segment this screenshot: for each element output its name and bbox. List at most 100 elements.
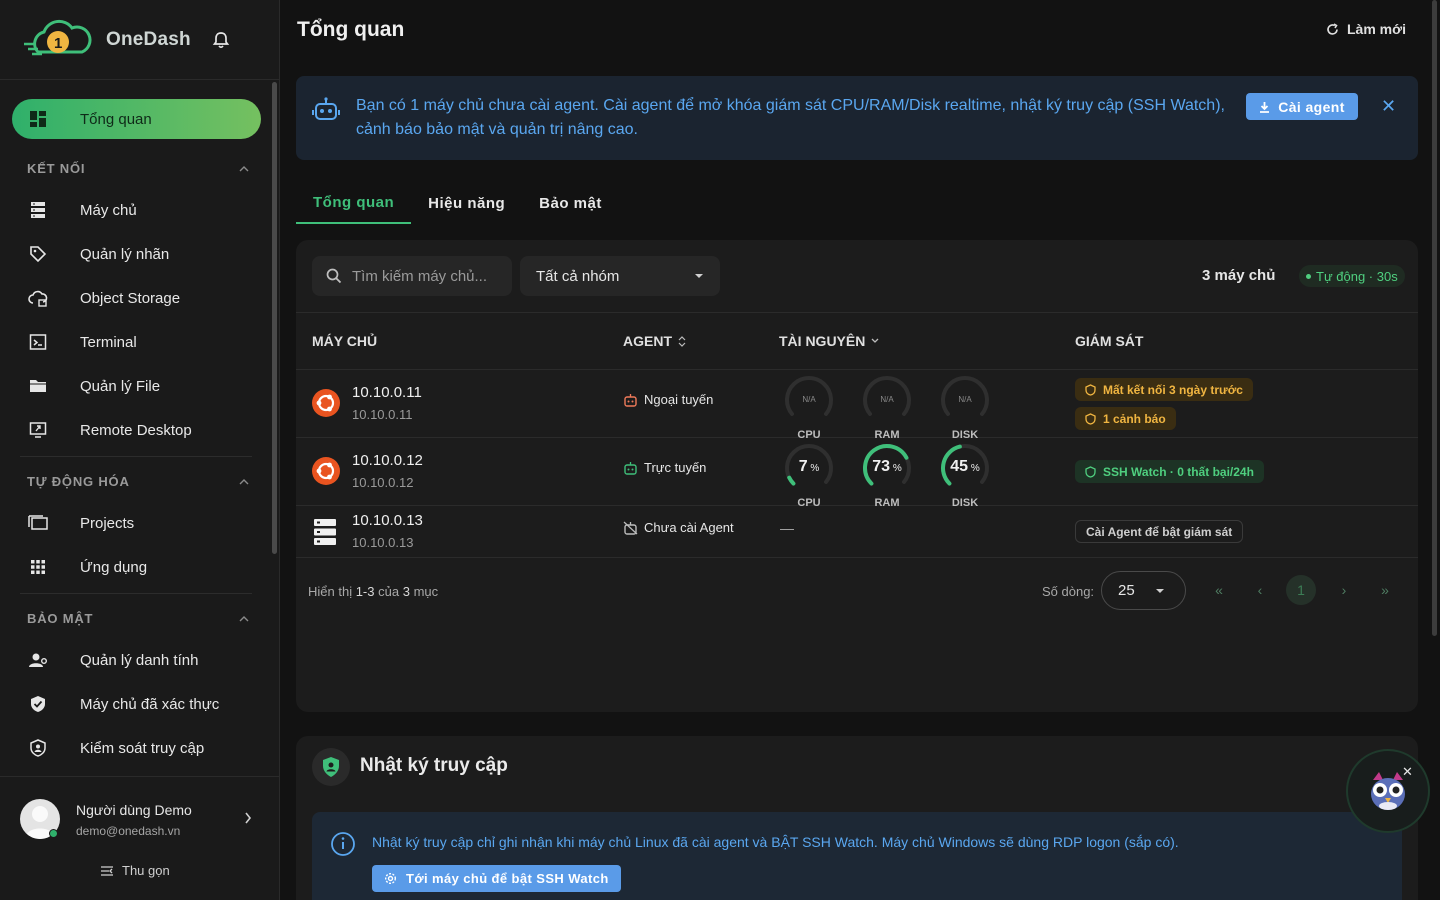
collapse-sidebar-button[interactable]: Thu gọn [100,863,170,878]
agent-status-label: Chưa cài Agent [644,520,734,535]
sidebar-scrollbar[interactable] [272,82,277,554]
sidebar-item-object-storage[interactable]: Object Storage [12,278,261,318]
tab-overview[interactable]: Tổng quan [296,182,412,224]
divider [20,456,252,457]
server-count: 3 máy chủ [1202,267,1276,284]
section-bao-mat[interactable]: BẢO MẬT [27,611,249,626]
rows-per-page-select[interactable]: 25 [1101,571,1186,610]
sidebar-item-labels[interactable]: Quản lý nhãn [12,234,261,274]
sort-icon [678,335,686,347]
rows-per-page-value: 25 [1118,582,1135,599]
ubuntu-icon [312,389,340,417]
col-label: AGENT [623,333,672,349]
terminal-icon [12,333,64,351]
section-ket-noi[interactable]: KẾT NỐI [27,161,249,176]
close-icon[interactable]: ✕ [1402,764,1413,780]
user-name: Người dùng Demo [76,802,192,818]
col-label: GIÁM SÁT [1075,333,1144,349]
cpu-gauge: N/A CPU [783,374,835,441]
remote-desktop-icon [12,421,64,439]
prev-page-button[interactable]: ‹ [1245,575,1275,605]
col-monitoring[interactable]: GIÁM SÁT [1075,333,1143,349]
server-ip: 10.10.0.12 [352,475,414,490]
brand-name: OneDash [106,28,191,50]
pagination-info: Hiển thị 1-3 của 3 mục [308,584,439,599]
first-page-button[interactable]: « [1204,575,1234,605]
sidebar-item-access-control[interactable]: Kiểm soát truy cập [12,728,261,768]
tab-performance[interactable]: Hiệu năng [411,182,522,224]
server-hostname[interactable]: 10.10.0.12 [352,452,423,469]
dashboard-icon [12,110,64,128]
apps-grid-icon [12,559,64,575]
robot-disabled-icon [623,521,638,535]
page-scrollbar[interactable] [1432,0,1437,636]
sidebar-item-label: Quản lý danh tính [80,651,199,669]
alert-badge[interactable]: 1 cảnh báo [1075,407,1176,430]
install-agent-hint-label: Cài Agent để bật giám sát [1086,524,1233,539]
collapse-label: Thu gọn [122,863,170,878]
close-icon[interactable]: ✕ [1381,96,1396,117]
sidebar-item-files[interactable]: Quản lý File [12,366,261,406]
table-row[interactable]: 10.10.0.12 10.10.0.12 Trực tuyến 7 % CPU… [296,438,1418,509]
page-button-current[interactable]: 1 [1286,575,1316,605]
table-row[interactable]: 10.10.0.13 10.10.0.13 Chưa cài Agent — C… [296,506,1418,558]
refresh-button[interactable]: Làm mới [1326,21,1406,37]
col-label: MÁY CHỦ [312,333,378,349]
alert-badge[interactable]: Mất kết nối 3 ngày trước [1075,378,1253,401]
assistant-owl-button[interactable] [1346,749,1430,833]
col-resources[interactable]: TÀI NGUYÊN [779,333,879,349]
ssh-watch-label: SSH Watch · 0 thất bại/24h [1103,464,1254,479]
sidebar-item-label: Terminal [80,333,137,351]
sidebar-item-label: Ứng dụng [80,558,148,576]
sidebar-item-verified-servers[interactable]: Máy chủ đã xác thực [12,684,261,724]
go-enable-ssh-watch-button[interactable]: Tới máy chủ để bật SSH Watch [372,865,621,892]
bell-icon[interactable] [211,30,231,50]
access-log-shield-icon [312,748,350,786]
brand[interactable]: 1 OneDash [0,0,279,80]
chevron-right-icon[interactable] [244,812,252,824]
server-hostname[interactable]: 10.10.0.13 [352,512,423,529]
sidebar-item-label: Quản lý File [80,377,161,395]
sidebar-item-terminal[interactable]: Terminal [12,322,261,362]
next-page-button[interactable]: › [1329,575,1359,605]
sidebar-item-servers[interactable]: Máy chủ [12,190,261,230]
section-title: TỰ ĐỘNG HÓA [27,474,130,489]
access-log-card: Nhật ký truy cập Nhật ký truy cập chỉ gh… [296,736,1418,900]
agent-status: Chưa cài Agent [623,520,734,535]
install-agent-button[interactable]: Cài agent [1246,93,1358,120]
gauge-value: 7 % [798,458,820,475]
server-hostname[interactable]: 10.10.0.11 [352,384,422,401]
ubuntu-icon [312,457,340,485]
sidebar-item-apps[interactable]: Ứng dụng [12,547,261,587]
server-icon [314,519,336,545]
col-agent[interactable]: AGENT [623,333,686,349]
table-row[interactable]: 10.10.0.11 10.10.0.11 Ngoại tuyến N/A CP… [296,370,1418,441]
auto-refresh-label: Tự động · 30s [1316,268,1398,284]
collapse-icon [101,865,113,876]
tab-bar: Tổng quan Hiệu năng Bảo mật [296,182,619,224]
sidebar-item-projects[interactable]: Projects [12,503,261,543]
access-log-info: Nhật ký truy cập chỉ ghi nhận khi máy ch… [312,812,1402,900]
gauge-na: N/A [880,395,894,404]
install-agent-hint[interactable]: Cài Agent để bật giám sát [1075,520,1244,543]
ssh-watch-badge[interactable]: SSH Watch · 0 thất bại/24h [1075,460,1264,483]
agent-status: Ngoại tuyến [623,392,713,407]
agent-install-banner: Bạn có 1 máy chủ chưa cài agent. Cài age… [296,76,1418,160]
disk-gauge: 45 % DISK [939,442,991,509]
chevron-up-icon [239,478,249,484]
sidebar-item-identity[interactable]: Quản lý danh tính [12,640,261,680]
group-select[interactable]: Tất cả nhóm [520,256,720,296]
gauge-na: N/A [802,395,816,404]
section-tu-dong-hoa[interactable]: TỰ ĐỘNG HÓA [27,474,249,489]
tab-security[interactable]: Bảo mật [522,182,619,224]
sidebar-item-remote-desktop[interactable]: Remote Desktop [12,410,261,450]
refresh-icon [1327,22,1338,35]
section-title: KẾT NỐI [27,161,86,176]
col-server[interactable]: MÁY CHỦ [312,333,377,349]
sidebar-item-overview[interactable]: Tổng quan [12,99,261,139]
auto-refresh-badge[interactable]: Tự động · 30s [1299,265,1405,287]
search-input[interactable]: Tìm kiếm máy chủ... [312,256,512,296]
sidebar-item-label: Object Storage [80,289,181,307]
last-page-button[interactable]: » [1370,575,1400,605]
user-profile[interactable]: Người dùng Demo demo@onedash.vn Thu gọn [0,776,280,900]
